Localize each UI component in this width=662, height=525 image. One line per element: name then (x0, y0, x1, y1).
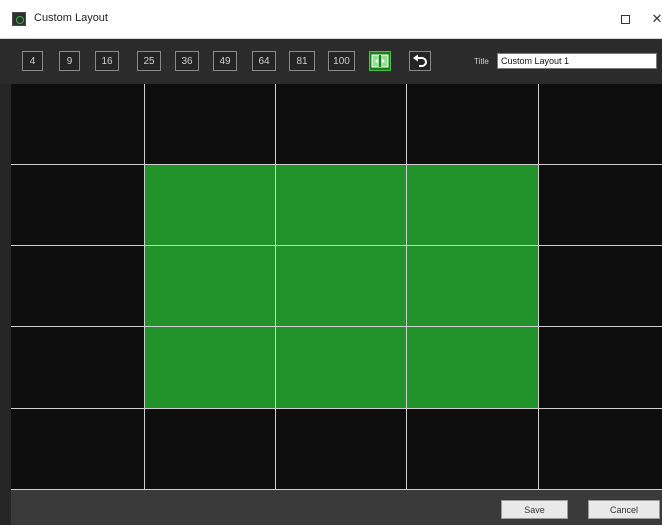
undo-button[interactable] (409, 51, 431, 71)
preset-100-button[interactable]: 100 (328, 51, 355, 71)
layout-cell[interactable] (276, 409, 407, 490)
window-title: Custom Layout (34, 12, 108, 24)
toolbar: 4 9 16 25 36 49 64 81 100 Title (0, 39, 662, 84)
save-button[interactable]: Save (501, 500, 568, 519)
app-icon (12, 12, 26, 26)
layout-cell[interactable] (539, 246, 662, 327)
layout-cell[interactable] (145, 165, 276, 246)
preset-81-button[interactable]: 81 (289, 51, 315, 71)
layout-cell[interactable] (276, 84, 407, 165)
preset-4-button[interactable]: 4 (22, 51, 43, 71)
preset-64-button[interactable]: 64 (252, 51, 276, 71)
maximize-icon (620, 14, 630, 24)
layout-cell[interactable] (539, 327, 662, 409)
preset-49-button[interactable]: 49 (213, 51, 237, 71)
close-icon: ✕ (651, 11, 662, 26)
layout-cell[interactable] (407, 84, 539, 165)
maximize-button[interactable] (611, 8, 639, 30)
layout-cell[interactable] (145, 246, 276, 327)
layout-cell[interactable] (11, 165, 145, 246)
close-button[interactable]: ✕ (643, 8, 662, 30)
title-bar: Custom Layout ✕ (0, 0, 662, 39)
title-label: Title (474, 57, 489, 66)
layout-cell[interactable] (145, 327, 276, 409)
preset-36-button[interactable]: 36 (175, 51, 199, 71)
layout-cell[interactable] (11, 327, 145, 409)
layout-cell[interactable] (145, 84, 276, 165)
preset-16-button[interactable]: 16 (95, 51, 119, 71)
preset-25-button[interactable]: 25 (137, 51, 161, 71)
layout-cell[interactable] (145, 409, 276, 490)
layout-cell[interactable] (11, 84, 145, 165)
undo-icon (413, 54, 427, 67)
layout-cell[interactable] (11, 409, 145, 490)
layout-cell[interactable] (276, 246, 407, 327)
merge-cells-icon (371, 54, 389, 68)
layout-cell[interactable] (407, 409, 539, 490)
layout-cell[interactable] (539, 165, 662, 246)
layout-cell[interactable] (539, 84, 662, 165)
layout-grid[interactable] (11, 84, 662, 490)
title-input[interactable] (497, 53, 657, 69)
footer: Save Cancel (11, 490, 662, 525)
layout-cell[interactable] (276, 327, 407, 409)
layout-cell[interactable] (539, 409, 662, 490)
preset-9-button[interactable]: 9 (59, 51, 80, 71)
layout-cell[interactable] (276, 165, 407, 246)
merge-cells-button[interactable] (369, 51, 391, 71)
layout-cell[interactable] (407, 327, 539, 409)
layout-cell[interactable] (11, 246, 145, 327)
layout-cell[interactable] (407, 246, 539, 327)
layout-cell[interactable] (407, 165, 539, 246)
cancel-button[interactable]: Cancel (588, 500, 660, 519)
